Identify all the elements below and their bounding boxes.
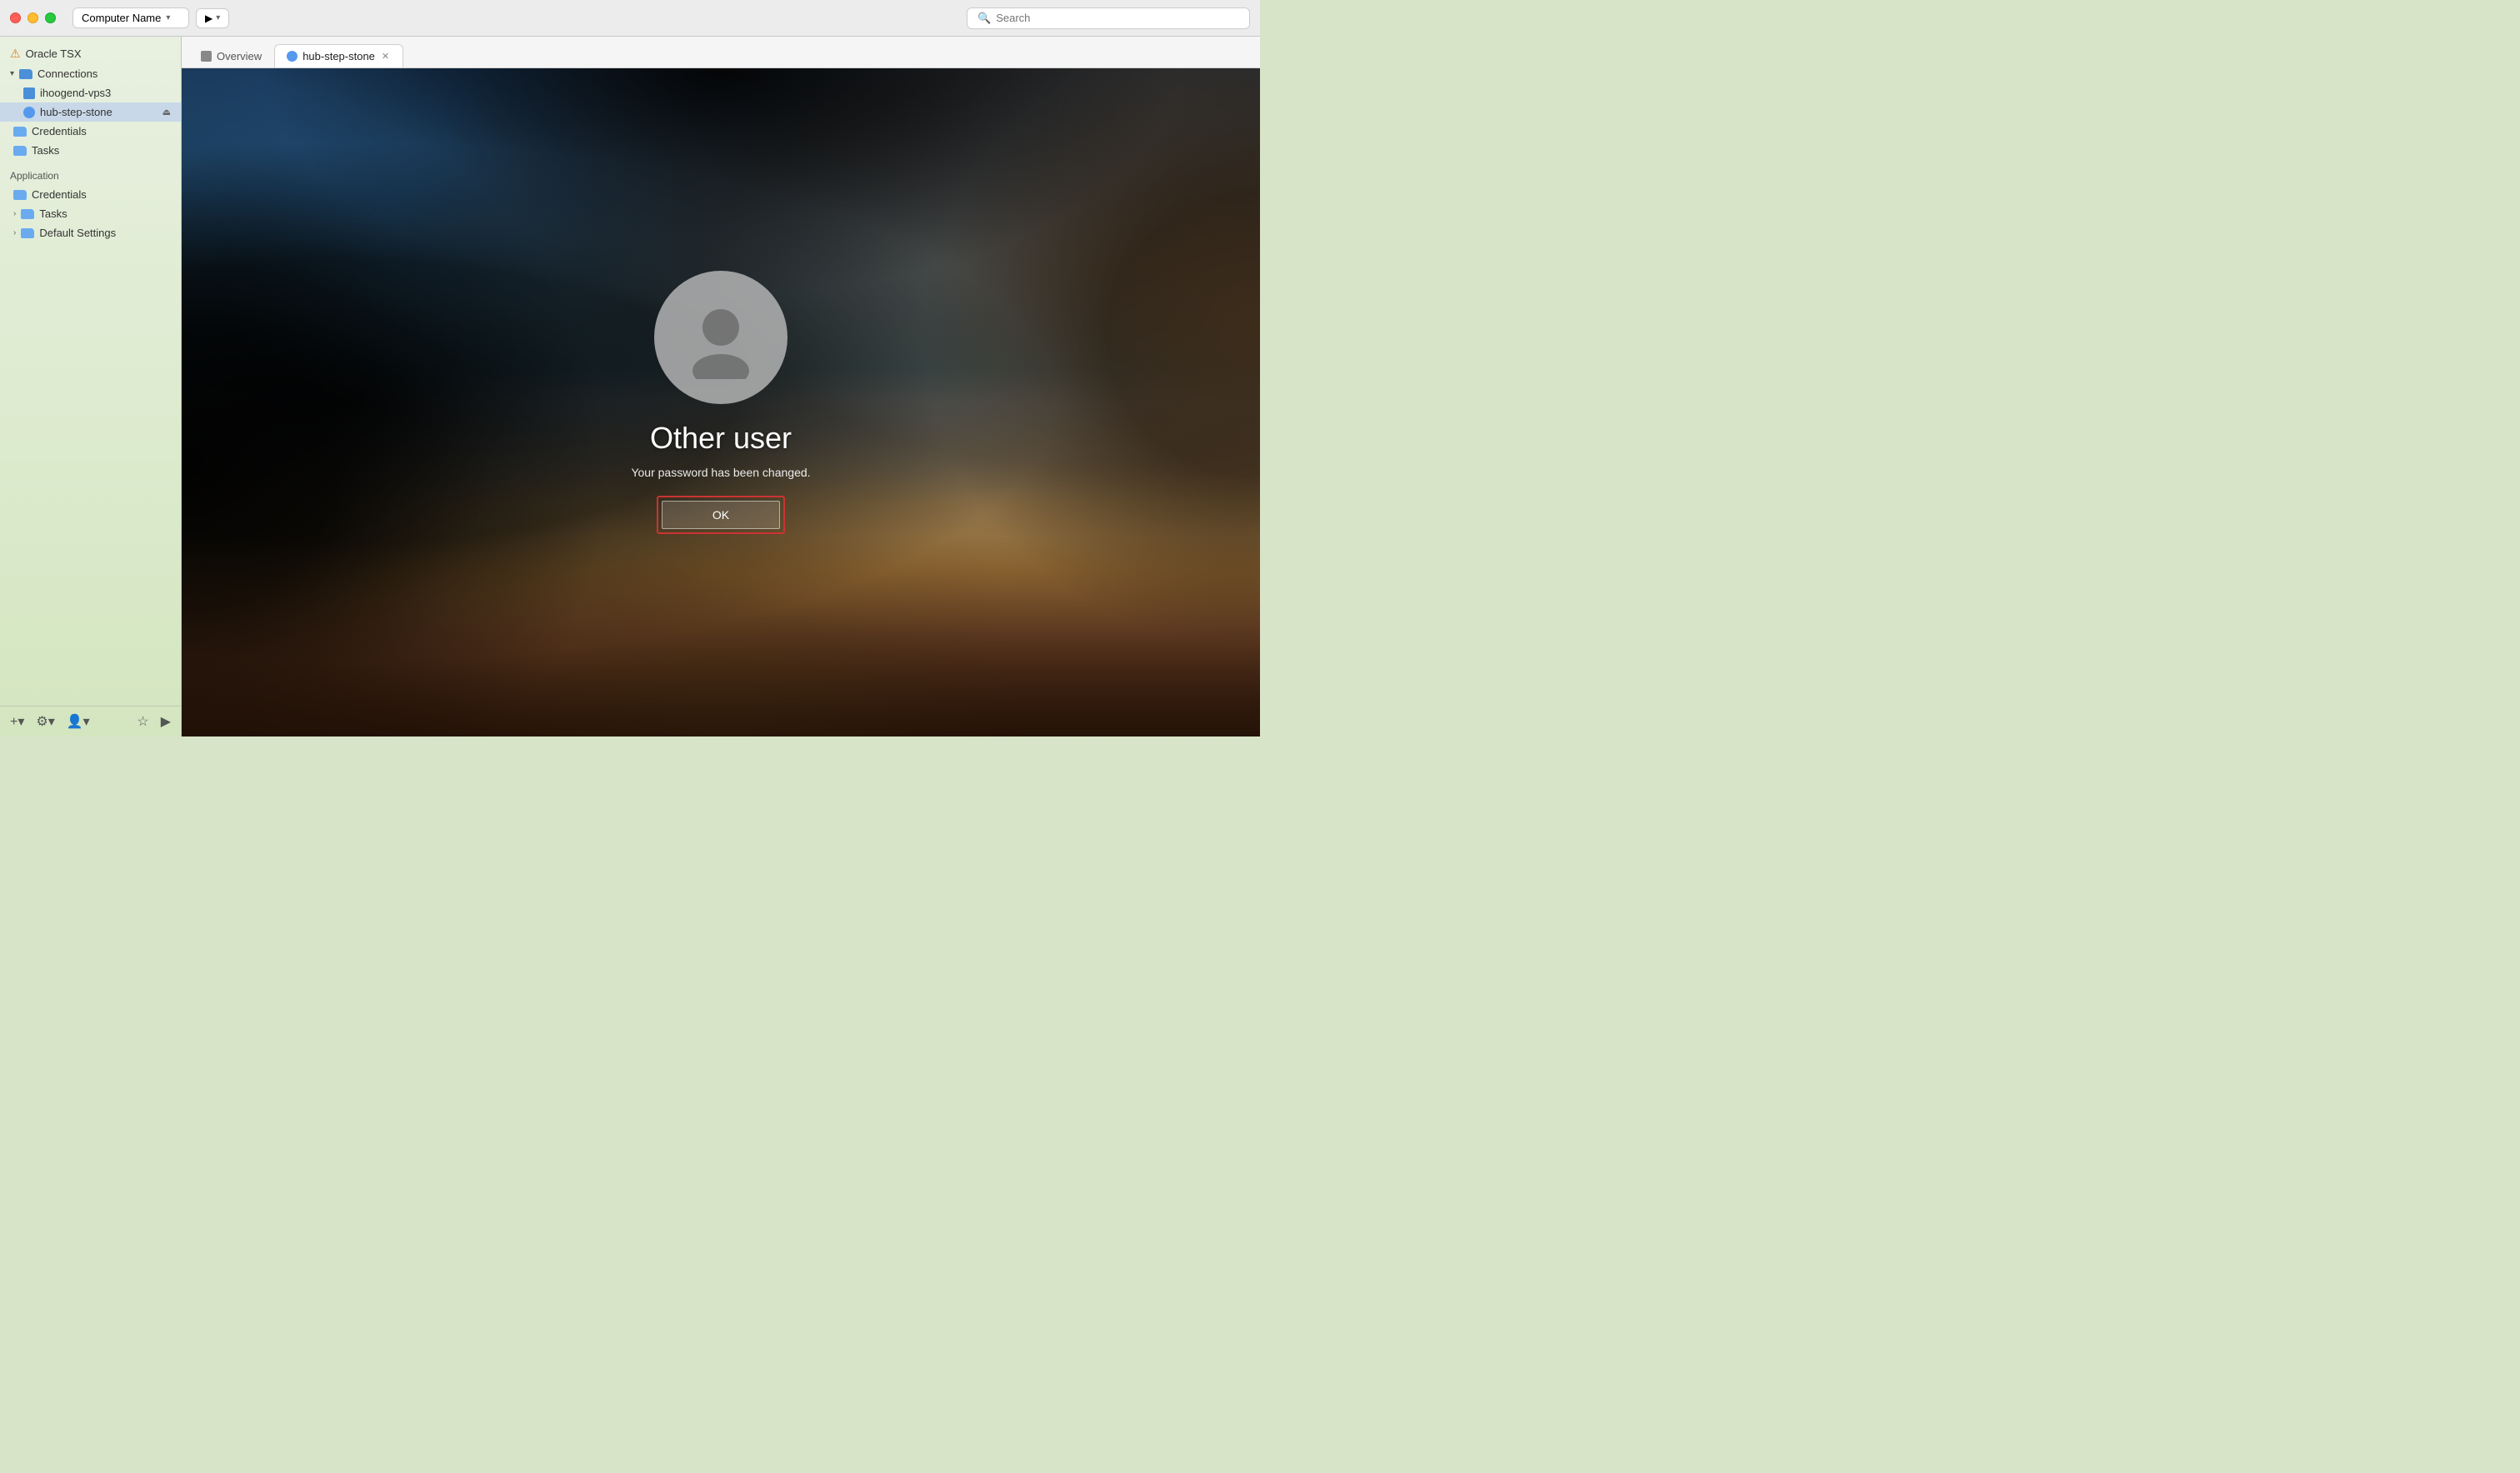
overview-grid-icon [201,51,212,62]
win-username: Other user [650,421,792,456]
minimize-button[interactable] [28,12,38,23]
computer-name-label: Computer Name [82,12,161,24]
settings-button[interactable]: ⚙▾ [32,712,58,732]
sidebar-connections-group[interactable]: ▾ Connections [0,64,181,83]
tab-close-button[interactable]: ✕ [380,51,391,62]
sidebar-item-hub-step-stone[interactable]: hub-step-stone ⏏ [0,102,181,122]
tab-hub-step-stone[interactable]: hub-step-stone ✕ [274,44,403,67]
app-credentials-label: Credentials [32,188,87,201]
ok-button-highlight: OK [657,496,785,534]
bookmark-button[interactable]: ☆ [133,712,152,732]
maximize-button[interactable] [45,12,56,23]
tab-bar: Overview hub-step-stone ✕ [182,37,1260,68]
remote-desktop-view: Other user Your password has been change… [182,68,1260,736]
warning-icon: ⚠ [10,47,21,61]
sidebar-credentials-label: Credentials [32,125,87,137]
play-action-button[interactable]: ▶ [158,712,174,732]
sidebar-item-default-settings[interactable]: › Default Settings [0,223,181,242]
sidebar: ⚠ Oracle TSX ▾ Connections ihoogend-vps3… [0,37,182,736]
sidebar-item-credentials[interactable]: Credentials [0,122,181,141]
app-body: ⚠ Oracle TSX ▾ Connections ihoogend-vps3… [0,37,1260,736]
title-bar: Computer Name ▾ ▶ ▾ 🔍 [0,0,1260,37]
credentials-folder-icon [13,127,27,137]
tasks-folder-icon [13,146,27,156]
application-section-header: Application [0,160,181,185]
chevron-right-icon2: › [13,228,16,237]
play-icon: ▶ [205,12,212,24]
sidebar-item-label-vps3: ihoogend-vps3 [40,87,111,99]
eject-icon: ⏏ [162,107,171,117]
win-login-ui: Other user Your password has been change… [182,68,1260,736]
hub-server-icon [287,51,298,62]
server-icon [23,87,35,99]
sidebar-item-app-tasks[interactable]: › Tasks [0,204,181,223]
app-tasks-label: Tasks [39,207,67,220]
traffic-lights [10,12,56,23]
app-tasks-folder-icon [21,209,34,219]
win-message: Your password has been changed. [631,466,810,479]
sidebar-item-app-credentials[interactable]: Credentials [0,185,181,204]
sidebar-bottom-toolbar: +▾ ⚙▾ 👤▾ ☆ ▶ [0,706,181,736]
user-avatar-svg [679,296,762,379]
connections-folder-icon [19,69,32,79]
ok-button[interactable]: OK [662,501,780,529]
chevron-right-icon: › [13,209,16,218]
sidebar-item-tasks[interactable]: Tasks [0,141,181,160]
sidebar-app-name: Oracle TSX [26,47,82,60]
search-input[interactable] [996,12,1239,24]
user-avatar [654,271,788,404]
sidebar-app-header: ⚠ Oracle TSX [0,43,181,64]
chevron-down-icon: ▾ [166,13,170,22]
sidebar-item-label-hub: hub-step-stone [40,106,112,118]
computer-name-dropdown[interactable]: Computer Name ▾ [72,7,189,28]
chevron-down-icon: ▾ [10,69,14,78]
sidebar-tasks-label: Tasks [32,144,59,157]
close-button[interactable] [10,12,21,23]
tab-overview-label: Overview [217,50,262,62]
app-credentials-folder-icon [13,190,27,200]
play-chevron-icon: ▾ [216,13,220,22]
win-login-bg: Other user Your password has been change… [182,68,1260,736]
sidebar-content: ⚠ Oracle TSX ▾ Connections ihoogend-vps3… [0,37,181,706]
add-button[interactable]: +▾ [7,712,28,732]
profile-button[interactable]: 👤▾ [63,712,93,732]
server-active-icon [23,107,35,118]
tab-overview[interactable]: Overview [188,44,274,67]
connections-label: Connections [38,67,98,80]
play-dropdown-button[interactable]: ▶ ▾ [196,8,229,28]
default-settings-label: Default Settings [39,227,116,239]
search-bar[interactable]: 🔍 [967,7,1250,29]
main-content: Overview hub-step-stone ✕ [182,37,1260,736]
search-icon: 🔍 [978,12,991,25]
default-settings-folder-icon [21,228,34,238]
sidebar-item-ihoogend-vps3[interactable]: ihoogend-vps3 [0,83,181,102]
tab-hub-label: hub-step-stone [302,50,375,62]
